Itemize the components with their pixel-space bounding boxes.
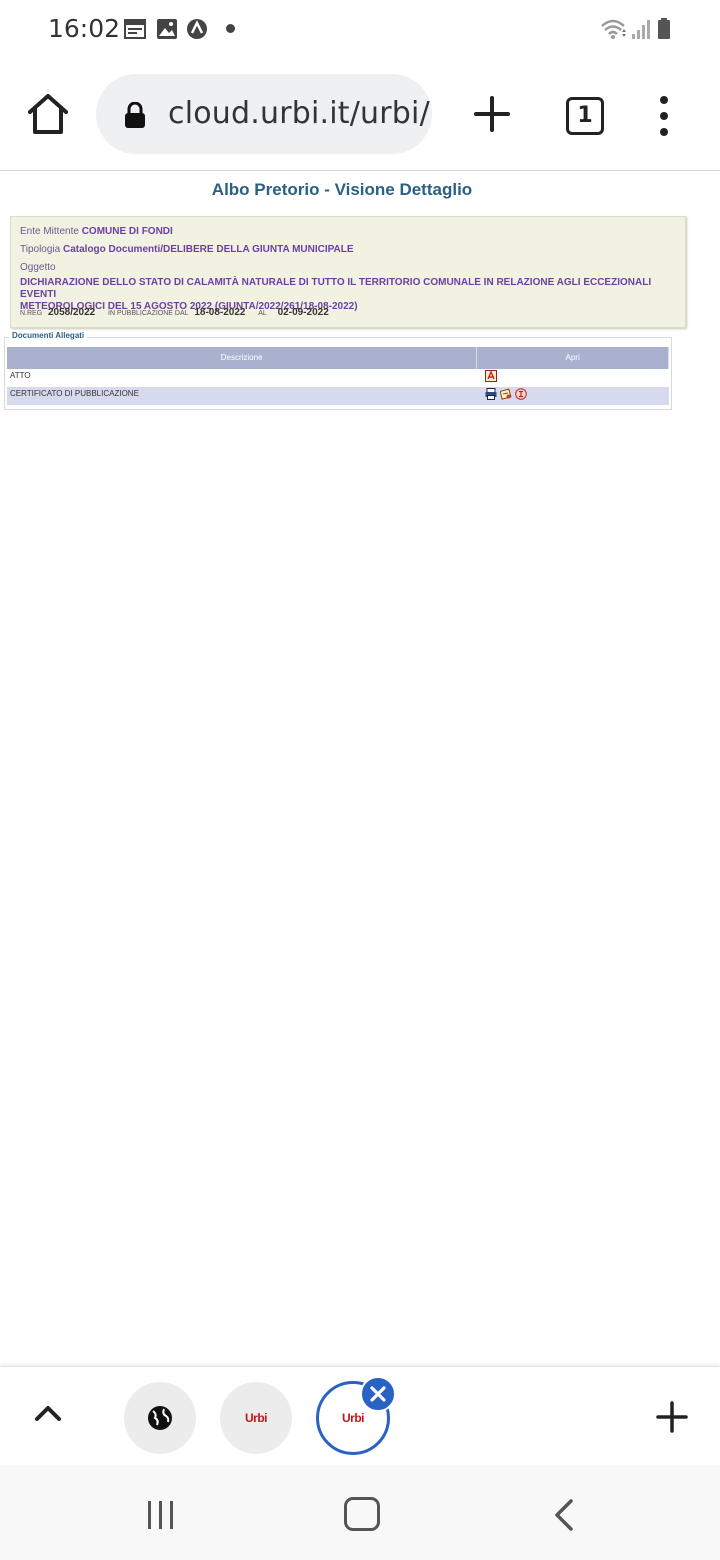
vpn-icon <box>187 19 207 39</box>
signal-icon <box>632 20 650 39</box>
column-header-apri: Apri <box>477 347 669 369</box>
home-nav-icon[interactable] <box>344 1497 380 1531</box>
status-bar: 16:02 <box>0 0 720 60</box>
tabs-button[interactable]: 1 <box>566 97 604 135</box>
tipologia-label: Tipologia <box>20 244 61 255</box>
tabs-count: 1 <box>577 103 593 128</box>
column-header-descrizione: Descrizione <box>7 347 478 369</box>
home-icon[interactable] <box>26 92 70 136</box>
row-actions <box>480 369 497 387</box>
table-header: Descrizione Apri <box>7 347 669 369</box>
calendar-icon <box>124 19 146 39</box>
table-row: CERTIFICATO DI PUBBLICAZIONE <box>7 387 669 405</box>
row-description: ATTO <box>10 371 31 380</box>
urbi-logo: Urbi <box>245 1411 268 1425</box>
lock-icon <box>125 102 145 128</box>
battery-icon <box>658 18 670 39</box>
tab-thumbnail-globe[interactable] <box>124 1382 196 1454</box>
al-value: 02-09-2022 <box>277 307 329 318</box>
detail-panel: Ente Mittente COMUNE DI FONDI Tipologia … <box>10 216 686 328</box>
wifi-icon <box>601 19 626 39</box>
row-description: CERTIFICATO DI PUBBLICAZIONE <box>10 389 139 398</box>
nreg-value: 2058/2022 <box>47 307 96 318</box>
ente-value: COMUNE DI FONDI <box>81 226 173 237</box>
meta-row: N.REG 2058/2022 IN PUBBLICAZIONE DAL 18-… <box>20 307 329 318</box>
plus-icon[interactable] <box>656 1401 688 1433</box>
recent-apps-icon[interactable] <box>146 1499 176 1531</box>
attachments-table: Descrizione Apri ATTO CERTIFICATO DI PUB… <box>7 347 669 405</box>
al-label: AL <box>258 310 267 317</box>
oggetto-label: Oggetto <box>20 262 56 273</box>
back-icon[interactable] <box>552 1498 576 1532</box>
navigation-bar <box>0 1465 720 1560</box>
plus-icon[interactable] <box>472 94 512 134</box>
chevron-up-icon[interactable] <box>34 1403 62 1423</box>
attachments-legend: Documenti Allegati <box>9 331 88 340</box>
close-tab-button[interactable] <box>360 1376 396 1412</box>
tab-thumbnail-urbi[interactable]: Urbi <box>220 1382 292 1454</box>
certificate-icon[interactable] <box>500 388 512 400</box>
stamp-icon[interactable] <box>515 388 527 400</box>
print-icon[interactable] <box>485 388 497 400</box>
browser-toolbar: cloud.urbi.it/urbi/ 1 <box>0 60 720 171</box>
pub-value: 18-08-2022 <box>194 307 246 318</box>
address-bar[interactable]: cloud.urbi.it/urbi/ <box>96 74 432 154</box>
ente-row: Ente Mittente COMUNE DI FONDI <box>20 226 173 237</box>
url-text[interactable]: cloud.urbi.it/urbi/ <box>168 96 430 131</box>
close-icon <box>370 1386 386 1402</box>
image-icon <box>157 19 177 39</box>
page-title: Albo Pretorio - Visione Dettaglio <box>211 180 473 199</box>
urbi-logo: Urbi <box>342 1411 365 1425</box>
tipologia-value: Catalogo Documenti/DELIBERE DELLA GIUNTA… <box>63 244 354 255</box>
row-actions <box>480 387 527 405</box>
status-time: 16:02 <box>48 14 121 43</box>
oggetto-line-1: DICHIARAZIONE DELLO STATO DI CALAMITÀ NA… <box>20 277 652 300</box>
tipologia-row: Tipologia Catalogo Documenti/DELIBERE DE… <box>20 244 354 255</box>
bottom-tab-strip: Urbi Urbi <box>0 1366 720 1465</box>
ente-label: Ente Mittente <box>20 226 79 237</box>
table-row: ATTO <box>7 369 669 387</box>
pdf-icon[interactable] <box>485 370 497 382</box>
attachments-section: Documenti Allegati Descrizione Apri ATTO… <box>4 331 672 410</box>
dot-icon <box>226 24 235 33</box>
oggetto-row: Oggetto <box>20 262 56 273</box>
pub-label: IN PUBBLICAZIONE DAL <box>108 310 189 317</box>
globe-icon <box>148 1406 172 1430</box>
more-vertical-icon[interactable] <box>650 94 678 138</box>
nreg-label: N.REG <box>20 310 43 317</box>
